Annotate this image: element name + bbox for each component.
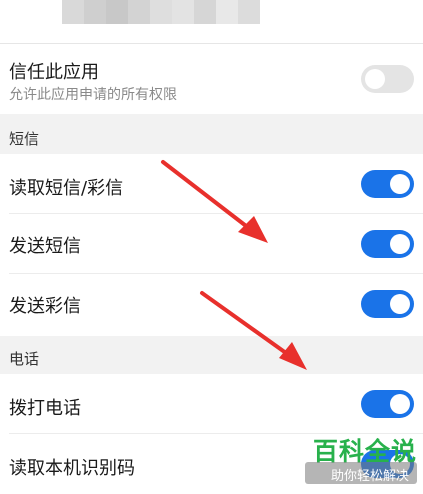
send-mms-toggle[interactable] xyxy=(361,290,414,318)
section-sms-label: 短信 xyxy=(9,130,40,148)
permission-label: 读取短信/彩信 xyxy=(9,178,124,199)
permission-label: 拨打电话 xyxy=(9,398,81,419)
blur-pixel xyxy=(216,0,238,24)
blur-pixel xyxy=(106,0,128,24)
toggle-knob xyxy=(390,174,410,194)
blurred-app-name xyxy=(62,0,260,24)
blurred-header xyxy=(0,0,423,44)
permission-label: 发送彩信 xyxy=(9,296,81,317)
permission-row-make-call[interactable]: 拨打电话 xyxy=(0,374,423,434)
make-call-toggle[interactable] xyxy=(361,390,414,418)
trust-app-toggle[interactable] xyxy=(361,65,414,93)
trust-app-title: 信任此应用 xyxy=(9,62,99,83)
trust-app-row[interactable]: 信任此应用 允许此应用申请的所有权限 xyxy=(0,44,423,114)
blur-pixel xyxy=(128,0,150,24)
send-sms-toggle[interactable] xyxy=(361,230,414,258)
blur-pixel xyxy=(150,0,172,24)
toggle-knob xyxy=(390,234,410,254)
toggle-knob xyxy=(390,294,410,314)
blur-pixel xyxy=(194,0,216,24)
permission-label: 发送短信 xyxy=(9,236,81,257)
section-phone: 电话 xyxy=(0,336,423,374)
blur-pixel xyxy=(238,0,260,24)
watermark-subtitle: 助你轻松解决 xyxy=(330,469,409,484)
blur-pixel xyxy=(84,0,106,24)
blur-pixel xyxy=(62,0,84,24)
permission-label: 读取本机识别码 xyxy=(9,458,135,479)
watermark-logo: 百科全说 助你轻松解决 xyxy=(299,432,417,486)
section-phone-label: 电话 xyxy=(9,350,40,368)
section-sms: 短信 xyxy=(0,114,423,154)
permission-row-send-sms[interactable]: 发送短信 xyxy=(0,214,423,274)
blur-pixel xyxy=(172,0,194,24)
read-sms-toggle[interactable] xyxy=(361,170,414,198)
permission-row-read-sms[interactable]: 读取短信/彩信 xyxy=(0,154,423,214)
toggle-knob xyxy=(365,69,385,89)
trust-app-subtitle: 允许此应用申请的所有权限 xyxy=(9,87,177,103)
toggle-knob xyxy=(390,394,410,414)
app-permissions-screen: 信任此应用 允许此应用申请的所有权限 短信 读取短信/彩信 发送短信 发送彩信 … xyxy=(0,0,423,494)
permission-row-send-mms[interactable]: 发送彩信 xyxy=(0,274,423,336)
